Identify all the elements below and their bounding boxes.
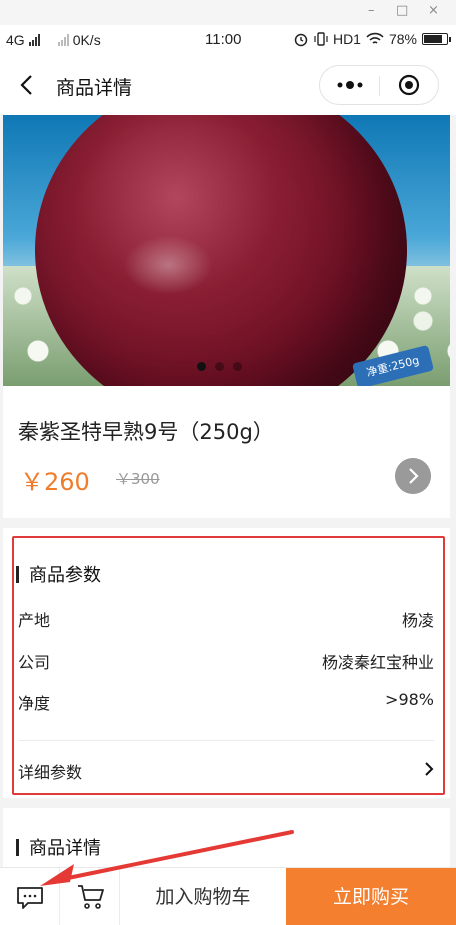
- product-info-card: 秦紫圣特早熟9号（250g） ￥260 ￥300: [3, 386, 450, 518]
- carousel-indicators: [197, 362, 242, 371]
- param-value: 杨凌: [401, 611, 434, 630]
- signal-icon: [28, 34, 40, 46]
- details-section-title: 商品详情: [16, 834, 101, 860]
- alarm-icon: [294, 33, 308, 47]
- cart-button[interactable]: [60, 868, 120, 925]
- param-label: 公司: [18, 653, 51, 672]
- title-accent-bar: [16, 838, 19, 856]
- param-row: 净度 >98%: [18, 690, 434, 714]
- vibrate-icon: [314, 32, 328, 46]
- details-title-text: 商品详情: [29, 838, 101, 859]
- target-icon[interactable]: [398, 74, 420, 96]
- clock: 11:00: [205, 31, 242, 48]
- onion-highlight: [123, 235, 213, 295]
- net-speed: 0K/s: [72, 32, 101, 48]
- detail-params-link[interactable]: 详细参数: [18, 759, 436, 783]
- param-row: 公司 杨凌秦红宝种业: [18, 649, 434, 673]
- param-value: 杨凌秦红宝种业: [321, 653, 434, 672]
- bottom-action-bar: 加入购物车 立即购买: [0, 867, 456, 925]
- carousel-dot[interactable]: [233, 362, 242, 371]
- product-image-carousel[interactable]: 净重:250g: [3, 115, 450, 386]
- chevron-right-icon: [425, 762, 434, 776]
- status-bar: 4G 0K/s 11:00 HD1 78%: [0, 25, 456, 57]
- chevron-right-circle-icon[interactable]: [395, 458, 431, 494]
- signal-2-icon: [57, 34, 69, 46]
- carousel-dot[interactable]: [215, 362, 224, 371]
- title-accent-bar: [16, 565, 19, 583]
- capsule-divider: [379, 76, 380, 96]
- battery-icon: [422, 33, 451, 45]
- more-dots-icon[interactable]: [334, 76, 366, 94]
- mini-program-capsule: [319, 65, 439, 105]
- detail-params-label: 详细参数: [18, 763, 83, 782]
- window-titlebar: – □ ×: [0, 0, 456, 25]
- nav-bar: 商品详情: [0, 57, 456, 115]
- cart-icon: [78, 885, 104, 909]
- network-type: 4G: [6, 32, 25, 48]
- close-window-icon[interactable]: ×: [428, 3, 439, 18]
- param-value: >98%: [385, 690, 434, 709]
- chat-button[interactable]: [0, 868, 60, 925]
- param-row: 产地 杨凌: [18, 607, 434, 631]
- back-chevron-icon[interactable]: [16, 73, 40, 97]
- maximize-icon[interactable]: □: [396, 3, 408, 18]
- minimize-icon[interactable]: –: [368, 3, 375, 18]
- param-label: 产地: [18, 611, 51, 630]
- battery-percent: 78%: [388, 31, 417, 47]
- buy-now-button[interactable]: 立即购买: [286, 868, 456, 925]
- add-to-cart-button[interactable]: 加入购物车: [120, 868, 286, 925]
- wifi-icon: [366, 32, 384, 44]
- params-section-title: 商品参数: [16, 561, 101, 587]
- params-divider: [18, 740, 434, 741]
- carousel-dot-active[interactable]: [197, 362, 206, 371]
- page-title: 商品详情: [56, 77, 133, 99]
- onion-image: [35, 115, 407, 386]
- original-price: ￥300: [116, 470, 160, 488]
- params-title-text: 商品参数: [29, 565, 101, 586]
- hd-indicator: HD1: [332, 31, 361, 47]
- chat-icon: [17, 887, 43, 909]
- product-name: 秦紫圣特早熟9号（250g）: [18, 420, 274, 444]
- product-price: ￥260: [20, 468, 90, 496]
- param-label: 净度: [18, 694, 51, 713]
